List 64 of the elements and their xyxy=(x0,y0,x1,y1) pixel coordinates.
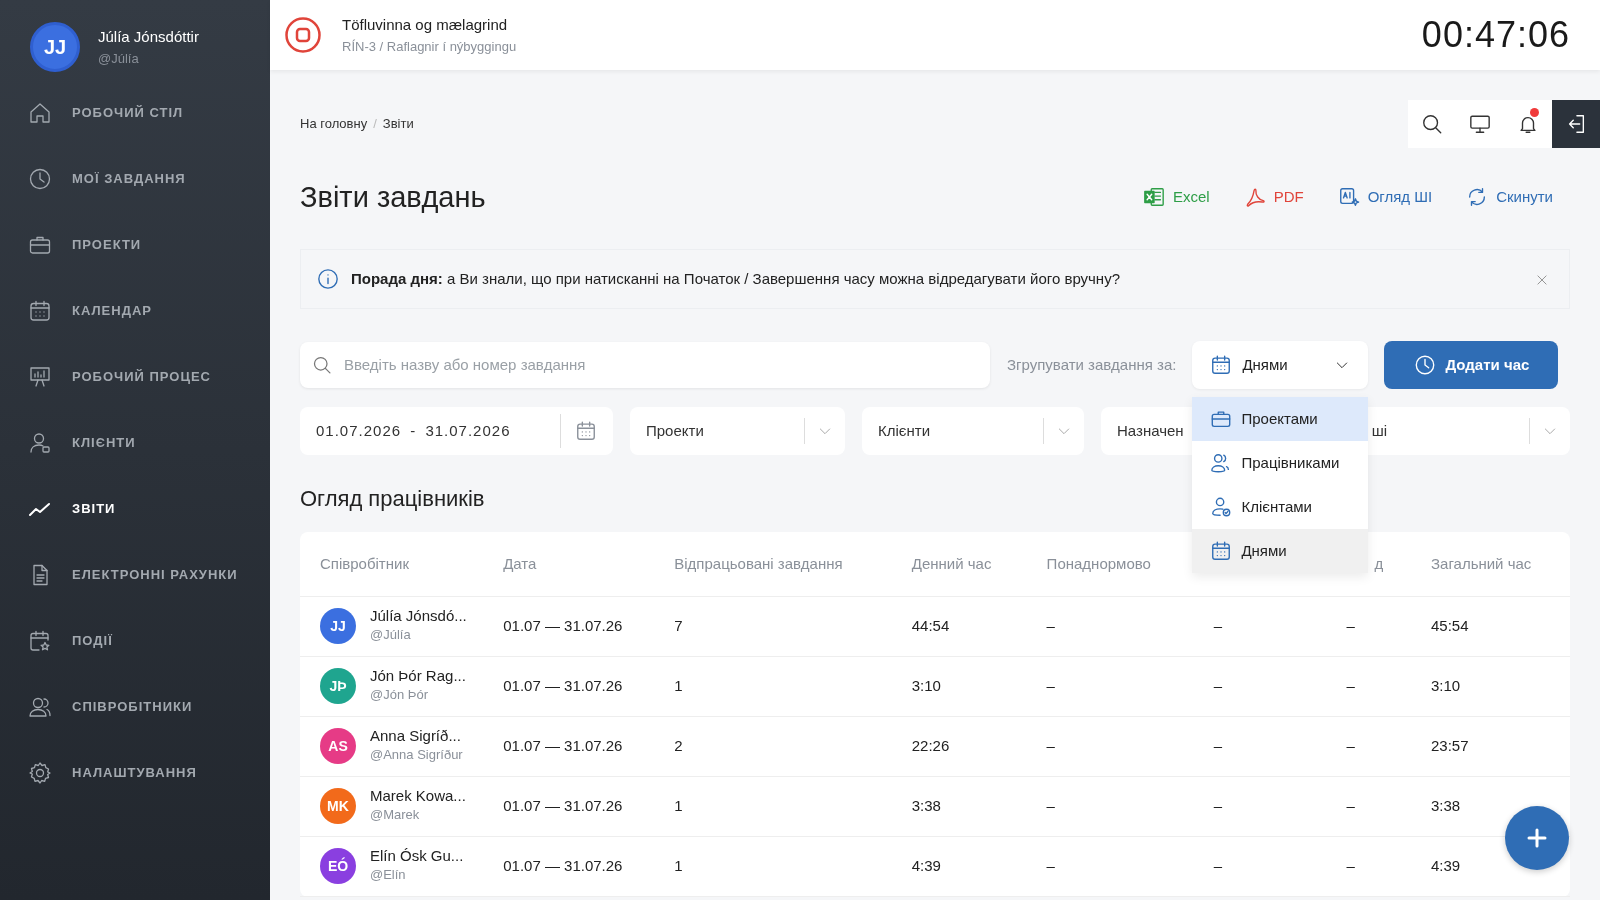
table-cell: – xyxy=(1034,836,1202,897)
elapsed-timer: 00:47:06 xyxy=(1421,13,1570,57)
table-cell: 01.07 — 31.07.26 xyxy=(491,596,663,657)
table-cell: 01.07 — 31.07.26 xyxy=(491,656,663,717)
table-cell: – xyxy=(1334,716,1419,777)
column-header: Відпрацьовані завдання xyxy=(662,532,900,597)
table-cell: 3:38 xyxy=(899,776,1035,837)
column-header: Дата xyxy=(491,532,663,597)
table-cell: 3:10 xyxy=(1419,656,1570,717)
table-cell: 4:39 xyxy=(899,836,1035,897)
table-cell: 1 xyxy=(662,776,900,837)
column-header: Денний час xyxy=(899,532,1035,597)
column-header: Співробітник xyxy=(300,532,492,597)
employee-name: Elín Ósk Gu... xyxy=(370,847,464,866)
group-by-label: Згрупувати завдання за: xyxy=(1007,354,1177,375)
table-cell: 44:54 xyxy=(899,596,1035,657)
table-cell: 1 xyxy=(662,836,900,897)
table-cell: 3:10 xyxy=(899,656,1035,717)
table-cell: 01.07 — 31.07.26 xyxy=(491,836,663,897)
page-title: Звіти завдань xyxy=(300,180,486,215)
task-path: RÍN-3 / Raflagnir í nýbyggingu xyxy=(342,37,517,56)
employee-name: Jón Þór Rag... xyxy=(370,667,466,686)
table-cell: – xyxy=(1334,596,1419,657)
table-cell: 01.07 — 31.07.26 xyxy=(491,776,663,837)
tip-text: Порада дня: а Ви знали, що при натисканні на Початок / Завершення часу можна відредагувати його вручну? xyxy=(351,268,1120,289)
table-cell: 45:54 xyxy=(1419,596,1570,657)
employee-handle: @Anna Sigríður xyxy=(370,746,463,765)
table-cell: – xyxy=(1034,776,1202,837)
column-header: Загальний час xyxy=(1419,532,1570,597)
table-cell: – xyxy=(1201,836,1335,897)
table-cell: – xyxy=(1334,776,1419,837)
task-title: Töfluvinna og mælagrind xyxy=(342,15,509,35)
user-name: Júlía Jónsdóttir xyxy=(98,27,199,47)
table-cell: – xyxy=(1201,776,1335,837)
table-cell: 23:57 xyxy=(1419,716,1570,777)
table-cell: 2 xyxy=(662,716,900,777)
employee-name: Marek Kowa... xyxy=(370,787,466,806)
employee-handle: @Jón Þór xyxy=(370,686,429,705)
section-title: Огляд працівників xyxy=(300,485,485,513)
table-cell: – xyxy=(1334,836,1419,897)
table-cell: 01.07 — 31.07.26 xyxy=(491,716,663,777)
table-cell: – xyxy=(1034,656,1202,717)
table-cell: 7 xyxy=(662,596,900,657)
table-cell: – xyxy=(1201,656,1335,717)
table-cell: – xyxy=(1334,656,1419,717)
employee-handle: @Marek xyxy=(370,806,421,825)
avatar: JJ xyxy=(320,608,356,645)
avatar: EÓ xyxy=(320,848,356,885)
user-handle: @Júlía xyxy=(98,49,140,68)
table-cell: 22:26 xyxy=(899,716,1035,777)
employee-name: Anna Sigríð... xyxy=(370,727,462,746)
user-avatar: JJ xyxy=(30,22,80,72)
avatar: JÞ xyxy=(320,668,356,705)
breadcrumb-separator: / xyxy=(373,115,377,134)
avatar: AS xyxy=(320,728,356,765)
table-cell: – xyxy=(1201,716,1335,777)
table-cell: – xyxy=(1034,596,1202,657)
employee-handle: @Elín xyxy=(370,866,407,885)
employee-handle: @Júlía xyxy=(370,626,412,645)
table-cell: 1 xyxy=(662,656,900,717)
table-cell: – xyxy=(1034,716,1202,777)
table-cell: – xyxy=(1201,596,1335,657)
avatar: MK xyxy=(320,788,356,825)
employee-name: Júlía Jónsdó... xyxy=(370,607,467,626)
